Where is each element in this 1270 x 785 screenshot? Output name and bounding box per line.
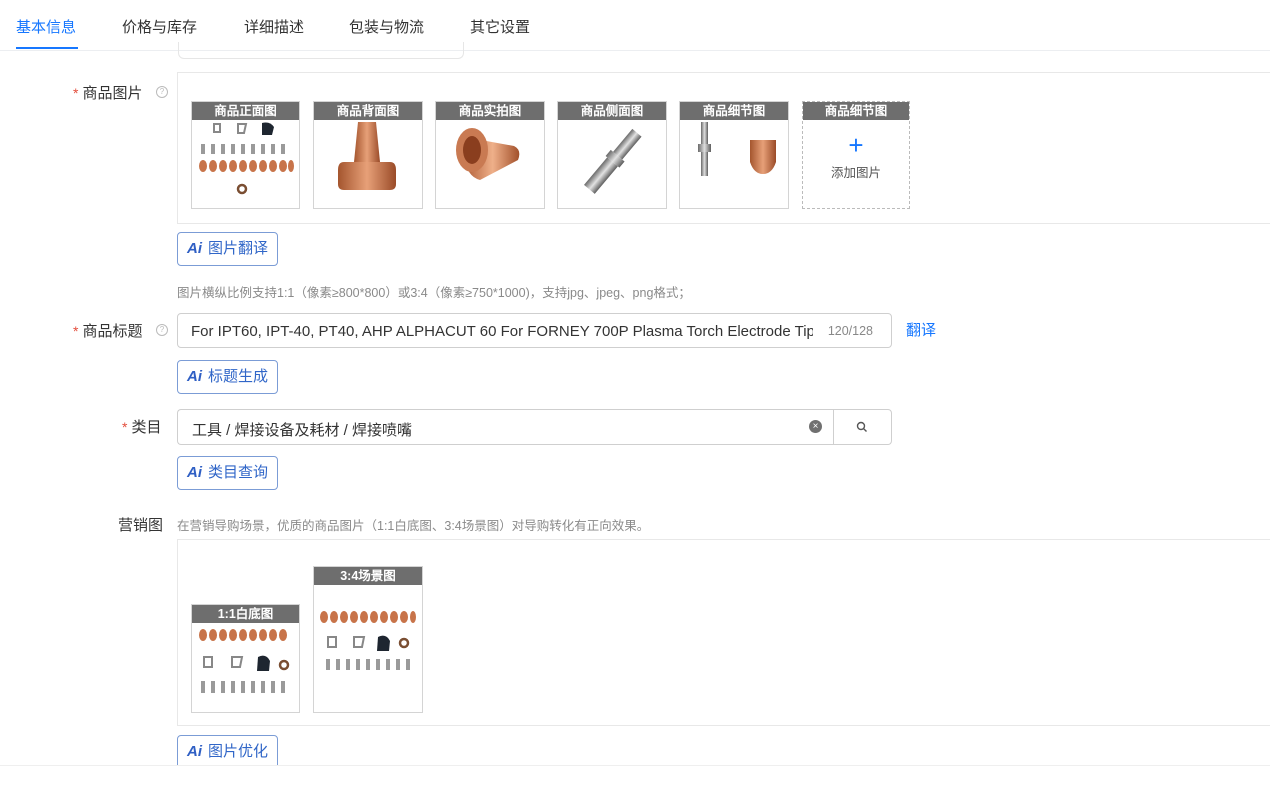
ai-icon: Ai (187, 368, 202, 385)
footer-area (0, 766, 1270, 785)
image-card-real[interactable]: 商品实拍图 (435, 101, 545, 209)
product-front-photo (192, 120, 299, 208)
active-tab-indicator (16, 47, 78, 49)
product-real-photo (436, 120, 544, 208)
image-card-caption: 商品细节图 (680, 102, 788, 120)
tab-price-stock[interactable]: 价格与库存 (122, 16, 197, 37)
category-query-label: 类目查询 (208, 464, 269, 481)
product-title-label: * 商品标题 (73, 320, 142, 341)
image-card-scene[interactable]: 3:4场景图 (313, 566, 423, 713)
product-side-photo (558, 120, 666, 208)
product-title-input[interactable]: For IPT60, IPT-40, PT40, AHP ALPHACUT 60… (177, 313, 892, 348)
category-input[interactable]: 工具 / 焊接设备及耗材 / 焊接喷嘴 × (177, 409, 834, 445)
category-search-button[interactable] (833, 409, 892, 445)
image-card-caption: 1:1白底图 (192, 605, 299, 623)
tab-other-settings[interactable]: 其它设置 (470, 16, 530, 37)
white-background-photo (192, 623, 299, 712)
required-mark: * (73, 85, 79, 101)
ai-icon: Ai (187, 240, 202, 257)
previous-field-edge (178, 42, 464, 59)
marketing-images-label: 营销图 (118, 517, 164, 534)
image-card-white-background[interactable]: 1:1白底图 (191, 604, 300, 713)
search-icon (856, 421, 867, 432)
product-images-label-text: 商品图片 (82, 85, 143, 102)
ai-icon: Ai (187, 464, 202, 481)
image-card-front[interactable]: 商品正面图 (191, 101, 300, 209)
image-card-caption: 商品实拍图 (436, 102, 544, 120)
add-image-text: 添加图片 (830, 166, 881, 180)
image-card-caption: 商品正面图 (192, 102, 299, 120)
product-title-value[interactable]: For IPT60, IPT-40, PT40, AHP ALPHACUT 60… (191, 323, 813, 340)
tab-basic-info[interactable]: 基本信息 (16, 16, 76, 37)
image-translate-label: 图片翻译 (208, 240, 269, 257)
image-optimize-button[interactable]: Ai 图片优化 (177, 735, 279, 769)
category-label: * 类目 (122, 416, 161, 437)
marketing-images-hint: 在营销导购场景，优质的商品图片（1:1白底图、3:4场景图）对导购转化有正向效果… (177, 519, 650, 533)
title-generate-label: 标题生成 (208, 368, 269, 385)
help-icon[interactable]: ? (156, 86, 168, 98)
required-mark: * (122, 419, 128, 435)
product-detail-photo (680, 120, 788, 208)
title-generate-button[interactable]: Ai 标题生成 (177, 360, 279, 394)
scene-photo (314, 585, 422, 712)
ai-icon: Ai (187, 743, 202, 760)
plus-icon: + (848, 130, 864, 160)
tab-packaging-logistics[interactable]: 包装与物流 (349, 16, 424, 37)
title-char-counter: 120/128 (827, 324, 873, 338)
image-card-caption: 3:4场景图 (314, 567, 422, 585)
product-back-photo (314, 120, 422, 208)
image-card-caption: 商品背面图 (314, 102, 422, 120)
add-image-caption: 商品细节图 (803, 102, 909, 120)
product-title-label-text: 商品标题 (82, 323, 143, 340)
image-card-side[interactable]: 商品侧面图 (557, 101, 667, 209)
image-card-caption: 商品侧面图 (558, 102, 666, 120)
help-icon[interactable]: ? (156, 324, 168, 336)
product-images-panel: 商品正面图 商品背面图 商品实拍图 商品侧面图 商品细节图 商品细节图 + 添加… (177, 72, 1270, 224)
image-optimize-label: 图片优化 (208, 743, 269, 760)
product-images-label: * 商品图片 (73, 82, 142, 103)
image-card-back[interactable]: 商品背面图 (313, 101, 423, 209)
required-mark: * (73, 323, 79, 339)
tab-description[interactable]: 详细描述 (244, 16, 304, 37)
translate-link[interactable]: 翻译 (906, 319, 936, 340)
add-image-card[interactable]: 商品细节图 + 添加图片 (802, 101, 910, 209)
image-format-hint: 图片横纵比例支持1:1（像素≥800*800）或3:4（像素≥750*1000)… (177, 286, 691, 300)
category-value: 工具 / 焊接设备及耗材 / 焊接喷嘴 (192, 422, 413, 439)
category-label-text: 类目 (131, 419, 162, 436)
image-translate-button[interactable]: Ai 图片翻译 (177, 232, 279, 266)
marketing-images-panel: 1:1白底图 3:4场景图 (177, 539, 1270, 726)
category-query-button[interactable]: Ai 类目查询 (177, 456, 279, 490)
image-card-detail[interactable]: 商品细节图 (679, 101, 789, 209)
clear-icon[interactable]: × (809, 420, 822, 433)
